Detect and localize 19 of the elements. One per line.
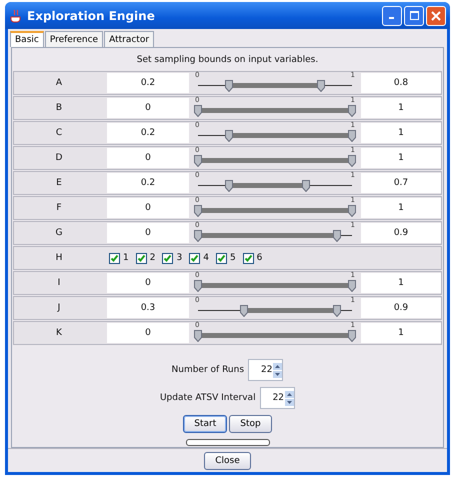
action-button[interactable]: Stop	[229, 415, 272, 433]
maximize-icon	[410, 11, 418, 20]
coffee-cup-icon	[9, 8, 23, 22]
tab[interactable]: Attractor	[104, 31, 154, 47]
variable-label: H	[54, 252, 64, 265]
instructions-text: Set sampling bounds on input variables.	[136, 54, 320, 67]
window-title: Exploration Engine	[27, 8, 156, 22]
number-spinner[interactable]: 22	[248, 359, 284, 381]
tab[interactable]: Preference	[44, 31, 104, 47]
close-button[interactable]	[426, 6, 446, 26]
tab[interactable]: Basic	[10, 31, 44, 47]
action-button[interactable]: Start	[183, 415, 228, 433]
spinner-label: Number of Runs	[172, 365, 244, 375]
minimize-button[interactable]	[382, 6, 402, 26]
number-spinner[interactable]: 22	[260, 387, 296, 409]
close-dialog-button[interactable]: Close	[204, 452, 251, 470]
spinner-label: Update ATSV Interval	[160, 393, 256, 403]
close-icon	[431, 10, 441, 20]
maximize-button[interactable]	[404, 6, 424, 26]
